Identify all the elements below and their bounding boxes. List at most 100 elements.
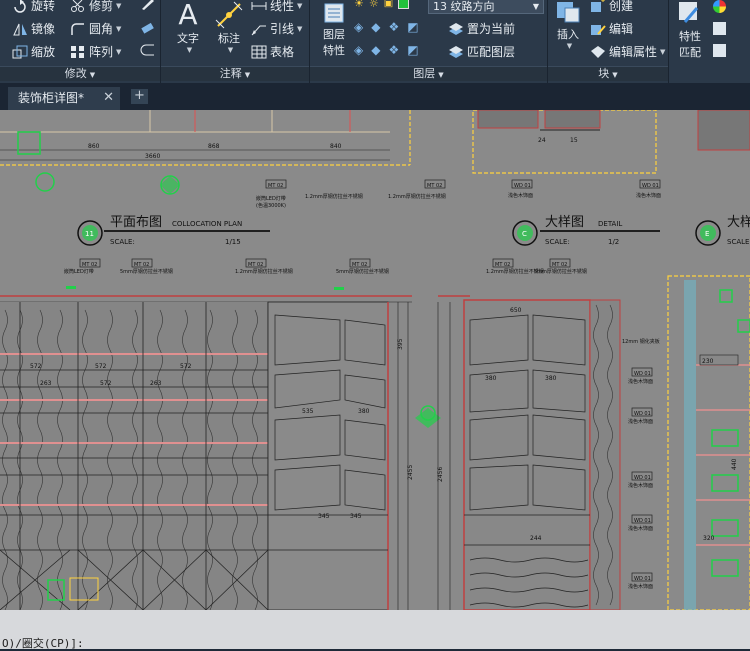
table-button[interactable]: 表格 [251,43,294,60]
mirror-button[interactable]: 镜像 [12,20,55,37]
layer-freeze-icon: ❖ [388,20,400,34]
rotate-button[interactable]: 旋转 [12,0,55,14]
material-tag: MT 02 [552,262,567,268]
dim-text: 263 [150,380,162,387]
scale-value: 1/15 [225,238,241,246]
dim-text: 535 [302,408,314,415]
match-properties-button[interactable]: 特性 匹配 [673,0,707,60]
layer-dropdown[interactable]: 13 纹路方向 ▼ [428,0,544,14]
layer-tool-row-2[interactable]: ◈ ◆ ❖ ◩ [354,20,419,34]
linear-dimension-icon [251,0,267,13]
section-detail: 230 320 440 12mm 钢化夹板 WD 01 浅色木饰面 WD 01 … [622,275,750,610]
material-tag: MT 02 [248,262,263,268]
material-tag: MT 02 [352,262,367,268]
layer-tool-row-3[interactable]: ◈ ◆ ❖ ◩ [354,43,419,57]
linear-button[interactable]: 线性 ▼ [251,0,302,14]
dim-text: 15 [570,137,578,144]
dim-text: 24 [538,137,546,144]
bulb-icon: ☀ [354,0,364,10]
dim-text: 380 [545,375,557,382]
chevron-down-icon: ▼ [532,2,539,11]
callout-tags: MT 02 嵌筒LED灯带 MT 02 5mm厚钢仿拉丝不锈钢 MT 02 1.… [64,258,587,290]
create-block-icon [590,0,606,13]
chevron-down-icon: ▼ [116,24,122,33]
note-text: 1.2mm厚钢仿拉丝不锈钢 [235,268,293,275]
fillet-icon [70,22,86,36]
edit-block-icon [590,22,606,36]
dim-text: 230 [702,358,714,365]
erase-button[interactable] [140,20,159,34]
eraser-icon [140,20,156,34]
dimension-button[interactable]: 标注 ▼ [211,0,247,54]
layer-properties-button[interactable]: 图层 特性 [316,0,352,58]
view-title-en: DETAIL [598,220,622,228]
layer-stack-icon [316,0,352,26]
layer-off-icon: ◈ [354,20,364,34]
dim-text: 345 [350,513,362,520]
material-tag: WD 01 [634,518,651,524]
dimension-icon [211,0,247,30]
cabinet-elevation: 572 572 572 263 572 263 535 380 345 345 … [0,295,441,610]
dim-text: 380 [358,408,370,415]
new-tab-button[interactable]: + [131,89,148,104]
set-current-button[interactable]: 置为当前 [448,20,515,37]
view-title: 大样图 [545,215,584,230]
layer-state-icons[interactable]: ☀ ☼ ▣ [354,0,410,10]
block-panel-title[interactable]: 块 ▼ [548,66,668,81]
offset-button[interactable] [140,43,159,57]
drawing-canvas[interactable]: 860 3660 868 840 MT 02 MT 02 嵌筒LED灯带 (色温… [0,110,750,610]
note-text: 浅色木饰面 [628,583,653,590]
material-tag: WD 01 [642,183,659,189]
array-button[interactable]: 阵列 ▼ [70,43,121,60]
material-tag: MT 02 [427,183,442,189]
note-text: 嵌筒LED灯带 [256,195,286,202]
scale-value: 1/2 [608,238,619,246]
scale-button[interactable]: 缩放 [12,43,55,60]
match-properties-icon [673,0,707,28]
command-line[interactable]: O)/圈交(CP)]: [0,610,750,650]
lineweight-swatch[interactable] [713,44,726,57]
view-title-detail: C 大样图 DETAIL SCALE: 1/2 E 大样 SCALE [512,215,750,246]
note-text: 浅色木饰面 [628,418,653,425]
match-layer-icon [448,45,464,59]
block-panel: 插入 ▼ 创建 编辑 编辑属性 ▼ 块 ▼ [548,0,668,83]
note-text: 5mm厚钢仿拉丝不锈钢 [120,268,173,275]
layers-panel-title[interactable]: 图层 ▼ [310,66,547,81]
chevron-down-icon: ▼ [297,24,303,33]
dim-text: 572 [95,363,107,370]
table-icon [251,45,267,59]
text-button[interactable]: A 文字 ▼ [169,0,207,54]
color-wheel-icon[interactable] [713,0,726,13]
mirror-icon [12,22,28,36]
create-block-button[interactable]: 创建 [590,0,633,14]
rotate-icon [12,0,28,13]
layer-merge-icon: ◆ [371,43,381,57]
tab-drawing[interactable]: 装饰柜详图* ✕ [8,87,120,110]
view-number: E [705,230,709,238]
insert-block-button[interactable]: 插入 ▼ [550,0,586,50]
dim-text: 840 [330,143,342,150]
trim-button[interactable]: 修剪 ▼ [70,0,121,14]
annotation-panel-title[interactable]: 注释 ▼ [161,66,309,81]
modify-panel-title[interactable]: 修改 ▼ [0,66,160,81]
linetype-swatch[interactable] [713,22,726,35]
edit-attributes-button[interactable]: 编辑属性 ▼ [590,43,665,60]
scale-icon [12,45,28,59]
match-layer-button[interactable]: 匹配图层 [448,43,515,60]
note-text: 浅色木饰面 [628,378,653,385]
leader-icon [251,22,267,36]
close-icon[interactable]: ✕ [103,87,114,109]
leader-button[interactable]: 引线 ▼ [251,20,302,37]
view-number: 11 [85,230,94,238]
dim-text: 2455 [407,465,414,480]
fillet-button[interactable]: 圆角 ▼ [70,20,121,37]
layer-iso-icon: ◆ [371,20,381,34]
edit-pen-button[interactable] [140,0,159,11]
text-a-icon: A [178,0,198,31]
chevron-down-icon: ▼ [566,42,573,50]
edit-block-button[interactable]: 编辑 [590,20,633,37]
pen-icon [140,0,156,11]
view-title-en: COLLOCATION PLAN [172,220,242,228]
material-tag: MT 02 [495,262,510,268]
layers-panel: 图层 特性 ☀ ☼ ▣ 13 纹路方向 ▼ ◈ ◆ ❖ ◩ 置为当前 ◈ ◆ ❖… [310,0,547,83]
